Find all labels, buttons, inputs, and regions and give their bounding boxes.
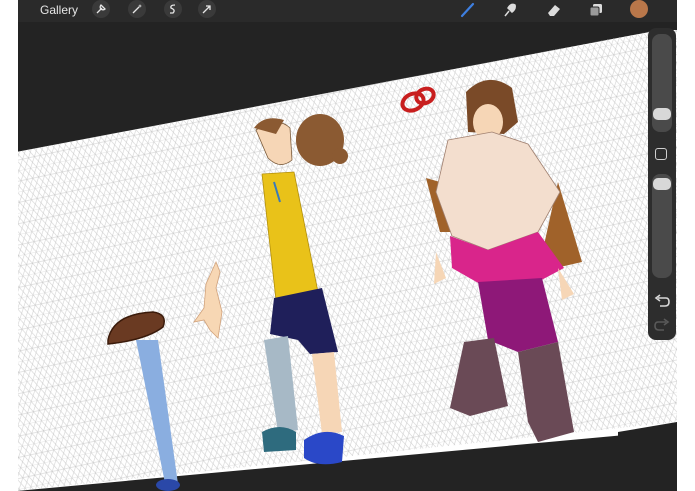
brush-size-thumb[interactable] <box>653 108 671 120</box>
side-toolbar <box>648 28 676 340</box>
layers-icon <box>589 4 602 17</box>
drawing-canvas[interactable] <box>18 22 677 491</box>
modifier-button[interactable] <box>655 148 667 160</box>
procreate-app: Gallery <box>18 0 677 491</box>
magic-wand-icon <box>132 4 142 14</box>
layers-button[interactable] <box>586 0 606 20</box>
brush-icon <box>460 2 475 18</box>
canvas-area[interactable] <box>18 22 677 491</box>
undo-icon[interactable] <box>654 294 670 308</box>
brush-tool-button[interactable] <box>458 0 478 20</box>
smudge-tool-button[interactable] <box>500 0 520 20</box>
opacity-slider[interactable] <box>652 174 672 278</box>
adjustments-button[interactable] <box>128 0 146 18</box>
opacity-thumb[interactable] <box>653 178 671 190</box>
transform-button[interactable] <box>198 0 216 18</box>
redo-icon[interactable] <box>654 318 670 332</box>
eraser-tool-button[interactable] <box>544 0 564 20</box>
selection-button[interactable] <box>164 0 182 18</box>
canvas-corner-shadow <box>618 422 677 491</box>
gallery-button[interactable]: Gallery <box>40 2 78 18</box>
brush-size-slider[interactable] <box>652 34 672 132</box>
top-toolbar: Gallery <box>18 0 677 22</box>
actions-button[interactable] <box>92 0 110 18</box>
smudge-icon <box>504 3 516 17</box>
selection-icon <box>170 4 176 14</box>
eraser-icon <box>548 5 560 16</box>
transform-arrow-icon <box>202 5 211 14</box>
color-picker-button[interactable] <box>630 0 648 18</box>
wrench-icon <box>96 4 106 14</box>
